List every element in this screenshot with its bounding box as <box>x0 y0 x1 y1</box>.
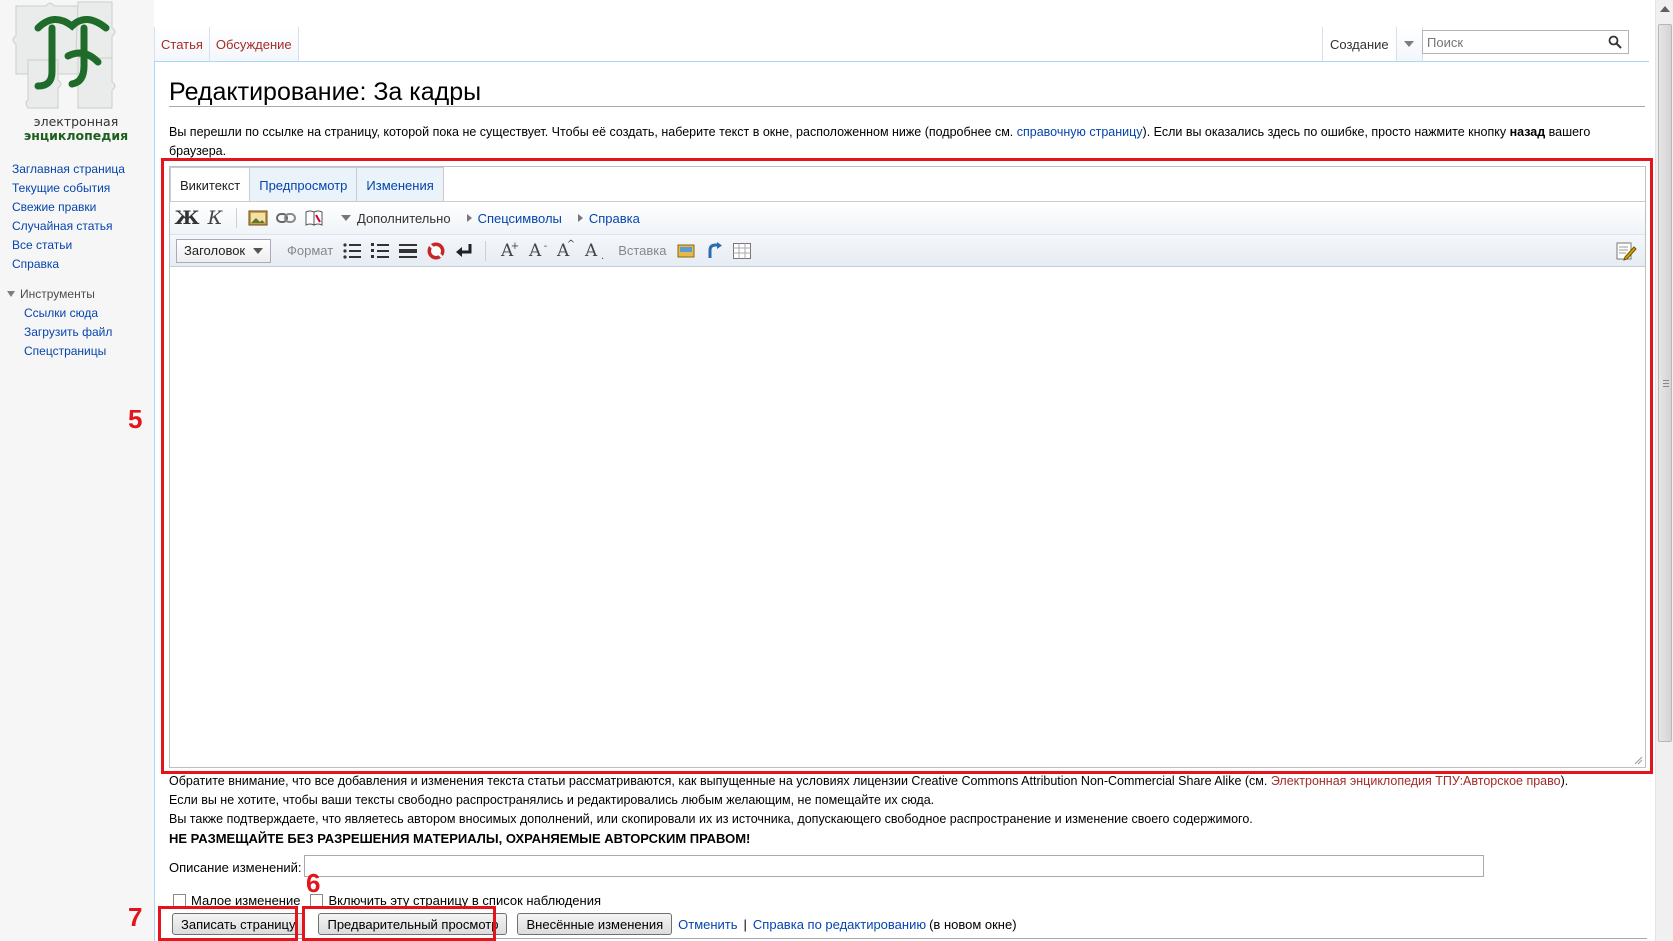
scroll-thumb[interactable] <box>1658 24 1672 742</box>
logo-caption-line2: энциклопедия <box>23 128 129 143</box>
heading-divider <box>169 106 1645 107</box>
sidebar-item-main-page[interactable]: Заглавная страница <box>12 162 125 181</box>
chevron-down-icon <box>1404 41 1415 47</box>
sidebar-item-what-links-here[interactable]: Ссылки сюда <box>24 306 112 325</box>
tab-discussion[interactable]: Обсуждение <box>209 27 299 61</box>
view-tabs: Создание <box>1322 27 1423 61</box>
annotation-number-6: 6 <box>306 868 321 898</box>
tools-section-toggle[interactable]: Инструменты <box>7 287 95 301</box>
intro-notice: Вы перешли по ссылке на страницу, которо… <box>169 125 1591 158</box>
license-line-3: Вы также подтверждаете, что являетесь ав… <box>169 812 1253 826</box>
page-scrollbar[interactable] <box>1655 0 1673 941</box>
search-box <box>1422 30 1629 54</box>
new-window-note: (в новом окне) <box>929 916 1017 932</box>
page-title: Редактирование: За кадры <box>169 78 482 106</box>
license-notice: Обратите внимание, что все добавления и … <box>169 772 1647 848</box>
scroll-up-arrow-icon[interactable] <box>1660 6 1670 12</box>
show-changes-button[interactable]: Внесённые изменения <box>517 913 673 935</box>
summary-label: Описание изменений: <box>169 860 302 875</box>
tab-create[interactable]: Создание <box>1322 27 1397 61</box>
more-actions-dropdown[interactable] <box>1396 27 1423 61</box>
collapse-triangle-icon <box>7 291 15 297</box>
sidebar-item-upload-file[interactable]: Загрузить файл <box>24 325 112 344</box>
editing-help-link[interactable]: Справка по редактированию <box>753 917 926 932</box>
edit-summary-input[interactable] <box>304 855 1484 877</box>
search-icon[interactable] <box>1608 35 1622 49</box>
license-line-1: Обратите внимание, что все добавления и … <box>169 774 1569 788</box>
annotation-number-7: 7 <box>128 902 143 932</box>
edit-buttons: Записать страницу Предварительный просмо… <box>172 913 1017 935</box>
sidebar-item-current-events[interactable]: Текущие события <box>12 181 125 200</box>
site-logo[interactable] <box>8 0 136 112</box>
sidebar-item-special-pages[interactable]: Спецстраницы <box>24 344 112 363</box>
search-input[interactable] <box>1423 31 1603 53</box>
sidebar-item-all-articles[interactable]: Все статьи <box>12 238 125 257</box>
annotation-box-editor <box>161 158 1653 774</box>
link-separator: | <box>743 916 747 932</box>
help-page-link[interactable]: справочную страницу <box>1017 125 1143 139</box>
annotation-number-5: 5 <box>128 404 143 434</box>
sidebar: электронная энциклопедия Заглавная стран… <box>0 0 154 941</box>
sidebar-navigation: Заглавная страница Текущие события Свежи… <box>12 162 125 276</box>
tools-heading: Инструменты <box>20 287 95 301</box>
tab-article[interactable]: Статья <box>154 27 210 61</box>
logo-caption-line1: электронная <box>33 114 119 129</box>
tools-list: Ссылки сюда Загрузить файл Спецстраницы <box>24 306 112 363</box>
annotation-box-save <box>158 906 298 941</box>
sidebar-item-random-article[interactable]: Случайная статья <box>12 219 125 238</box>
cancel-link[interactable]: Отменить <box>678 917 737 932</box>
annotation-box-preview <box>302 906 496 941</box>
copyright-link[interactable]: Электронная энциклопедия ТПУ:Авторское п… <box>1271 774 1561 788</box>
sidebar-item-recent-changes[interactable]: Свежие правки <box>12 200 125 219</box>
copyright-warning: НЕ РАЗМЕЩАЙТЕ БЕЗ РАЗРЕШЕНИЯ МАТЕРИАЛЫ, … <box>169 831 751 846</box>
page-tabs: Статья Обсуждение <box>154 27 299 61</box>
license-line-2: Если вы не хотите, чтобы ваши тексты сво… <box>169 793 935 807</box>
sidebar-item-help[interactable]: Справка <box>12 257 125 276</box>
